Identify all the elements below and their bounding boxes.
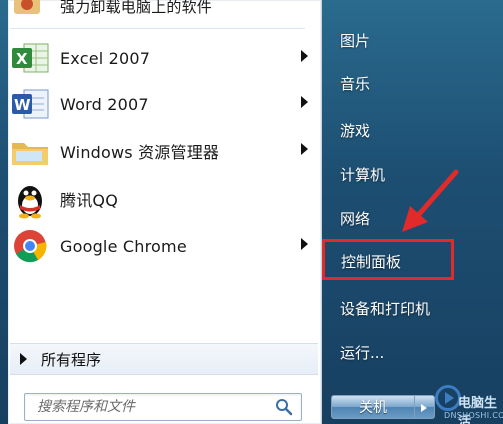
program-label: Word 2007 <box>60 94 149 114</box>
program-item-chrome[interactable]: Google Chrome <box>10 224 310 268</box>
program-label: Google Chrome <box>60 236 187 256</box>
submenu-arrow-icon <box>301 143 308 155</box>
program-label: Excel 2007 <box>60 48 151 68</box>
control-panel-highlight[interactable]: 控制面板 <box>322 239 454 280</box>
right-item-computer[interactable]: 计算机 <box>340 164 385 185</box>
right-item-network[interactable]: 网络 <box>340 208 370 229</box>
right-item-music[interactable]: 音乐 <box>340 73 370 94</box>
submenu-arrow-icon <box>301 50 308 62</box>
shutdown-options-button[interactable] <box>415 395 435 419</box>
expand-arrow-icon <box>20 353 27 365</box>
submenu-arrow-icon <box>301 96 308 108</box>
program-label: 腾讯QQ <box>60 191 118 210</box>
separator <box>10 28 305 29</box>
submenu-arrow-icon <box>301 238 308 250</box>
chrome-icon <box>10 226 50 266</box>
watermark-subtext: DNSHOSHI.COM <box>444 411 503 420</box>
program-item-excel[interactable]: X Excel 2007 <box>10 36 310 80</box>
right-item-games[interactable]: 游戏 <box>340 120 370 141</box>
uninstall-icon <box>10 0 50 26</box>
program-label: Windows 资源管理器 <box>60 143 220 162</box>
program-item-explorer[interactable]: Windows 资源管理器 <box>10 129 310 173</box>
program-item-uninstaller[interactable]: 强力卸载电脑上的软件 <box>10 0 310 24</box>
svg-text:X: X <box>16 50 28 68</box>
explorer-folder-icon <box>10 131 50 171</box>
right-item-pictures[interactable]: 图片 <box>340 30 370 51</box>
svg-text:W: W <box>14 96 31 114</box>
program-item-qq[interactable]: 腾讯QQ <box>10 177 310 221</box>
search-box <box>24 393 302 421</box>
right-item-devices-printers[interactable]: 设备和打印机 <box>340 298 430 319</box>
all-programs-label: 所有程序 <box>41 350 102 369</box>
program-item-word[interactable]: W Word 2007 <box>10 82 310 126</box>
all-programs-button[interactable]: 所有程序 <box>10 343 318 375</box>
word-icon: W <box>10 84 50 124</box>
search-icon[interactable] <box>275 398 293 416</box>
right-item-control-panel[interactable]: 控制面板 <box>341 251 401 272</box>
search-input[interactable] <box>35 395 279 419</box>
program-label: 强力卸载电脑上的软件 <box>60 0 213 16</box>
qq-penguin-icon <box>10 179 50 219</box>
shutdown-button[interactable]: 关机 <box>331 395 415 419</box>
red-arrow-icon <box>402 169 459 232</box>
start-menu: 强力卸载电脑上的软件 X Excel 2007 W Word 2007 Wind… <box>0 0 503 424</box>
right-item-run[interactable]: 运行... <box>340 342 384 363</box>
excel-icon: X <box>10 38 50 78</box>
